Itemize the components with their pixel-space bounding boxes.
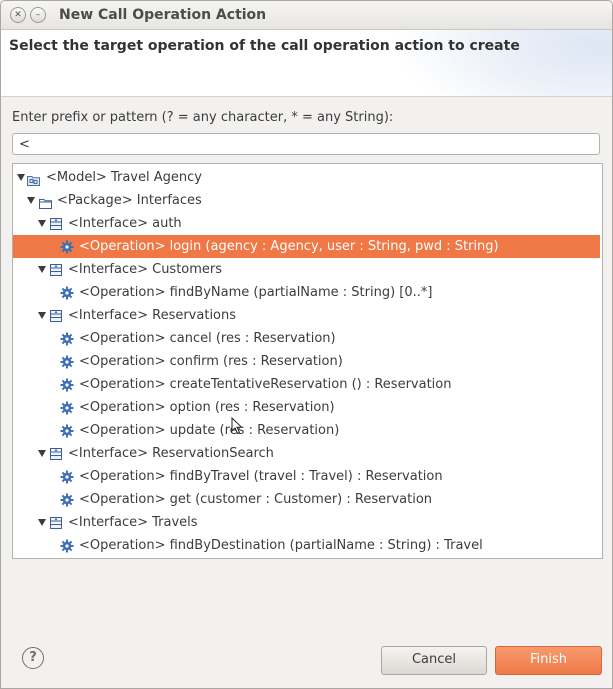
tree-row-label: <Package> Interfaces	[57, 193, 202, 208]
tree-row-label: <Operation> findByDestination (partialNa…	[79, 538, 483, 553]
tree-row-label: <Operation> createTentativeReservation (…	[79, 377, 452, 392]
expand-triangle-icon[interactable]	[38, 519, 46, 526]
operation-gear-icon	[60, 538, 74, 558]
mouse-pointer-icon	[231, 417, 243, 435]
tree-row-operation[interactable]: <Operation> findByDestination (partialNa…	[13, 534, 600, 557]
tree-row-label: <Interface> auth	[68, 216, 182, 231]
tree-row-operation[interactable]: <Operation> cancel (res : Reservation)	[13, 327, 600, 350]
expand-triangle-icon[interactable]	[17, 174, 25, 181]
minimize-icon[interactable]: –	[30, 7, 46, 23]
dialog-banner: Select the target operation of the call …	[1, 30, 612, 97]
tree-row-label: <Operation> login (agency : Agency, user…	[79, 239, 499, 254]
expand-triangle-icon[interactable]	[38, 312, 46, 319]
tree-row-operation[interactable]: <Operation> option (res : Reservation)	[13, 396, 600, 419]
tree-row-operation[interactable]: <Operation> update (res : Reservation)	[13, 419, 600, 442]
filter-prompt: Enter prefix or pattern (? = any charact…	[12, 110, 394, 125]
window-title: New Call Operation Action	[59, 7, 267, 23]
cancel-button[interactable]: Cancel	[381, 646, 487, 675]
tree-row-operation[interactable]: <Operation> findByTravel (travel : Trave…	[13, 465, 600, 488]
expand-triangle-icon[interactable]	[38, 450, 46, 457]
tree-row-label: <Interface> ReservationSearch	[68, 446, 274, 461]
expand-triangle-icon[interactable]	[27, 197, 35, 204]
dialog-window: ✕ – New Call Operation Action Select the…	[0, 0, 613, 689]
expand-triangle-icon[interactable]	[38, 266, 46, 273]
tree-row-model[interactable]: <Model> Travel Agency	[13, 166, 600, 189]
tree-row-operation[interactable]: <Operation> get (customer : Customer) : …	[13, 488, 600, 511]
tree-row-label: <Operation> confirm (res : Reservation)	[79, 354, 343, 369]
tree-row-operation[interactable]: <Operation> confirm (res : Reservation)	[13, 350, 600, 373]
tree-row-interface[interactable]: <Interface> Customers	[13, 258, 600, 281]
close-icon[interactable]: ✕	[10, 7, 26, 23]
tree-row-label: <Operation> option (res : Reservation)	[79, 400, 335, 415]
tree-row-interface[interactable]: <Interface> Reservations	[13, 304, 600, 327]
tree-row-label: <Operation> findByTravel (travel : Trave…	[79, 469, 443, 484]
tree-row-label: <Operation> get (customer : Customer) : …	[79, 492, 433, 507]
title-bar: ✕ – New Call Operation Action	[1, 1, 612, 30]
finish-button[interactable]: Finish	[495, 646, 602, 675]
tree-row-label: <Interface> Customers	[68, 262, 223, 277]
tree-row-label: <Model> Travel Agency	[46, 170, 202, 185]
tree-row-interface[interactable]: <Interface> ReservationSearch	[13, 442, 600, 465]
expand-triangle-icon[interactable]	[38, 220, 46, 227]
operation-tree[interactable]: <Model> Travel Agency <Package> Interface…	[12, 163, 603, 559]
tree-row-label: <Interface> Reservations	[68, 308, 237, 323]
tree-row-operation[interactable]: <Operation> findByName (partialName : St…	[13, 281, 600, 304]
tree-row-label: <Interface> Travels	[68, 515, 198, 530]
filter-input[interactable]	[12, 133, 600, 155]
help-icon[interactable]: ?	[22, 647, 44, 669]
banner-title: Select the target operation of the call …	[9, 38, 520, 54]
tree-row-interface[interactable]: <Interface> auth	[13, 212, 600, 235]
tree-row-interface[interactable]: <Interface> Travels	[13, 511, 600, 534]
tree-row-operation[interactable]: <Operation> createTentativeReservation (…	[13, 373, 600, 396]
tree-row-package[interactable]: <Package> Interfaces	[13, 189, 600, 212]
tree-row-operation[interactable]: <Operation> login (agency : Agency, user…	[13, 235, 600, 258]
tree-row-label: <Operation> update (res : Reservation)	[79, 423, 340, 438]
tree-row-label: <Operation> findByName (partialName : St…	[79, 285, 433, 300]
tree-row-label: <Operation> cancel (res : Reservation)	[79, 331, 336, 346]
